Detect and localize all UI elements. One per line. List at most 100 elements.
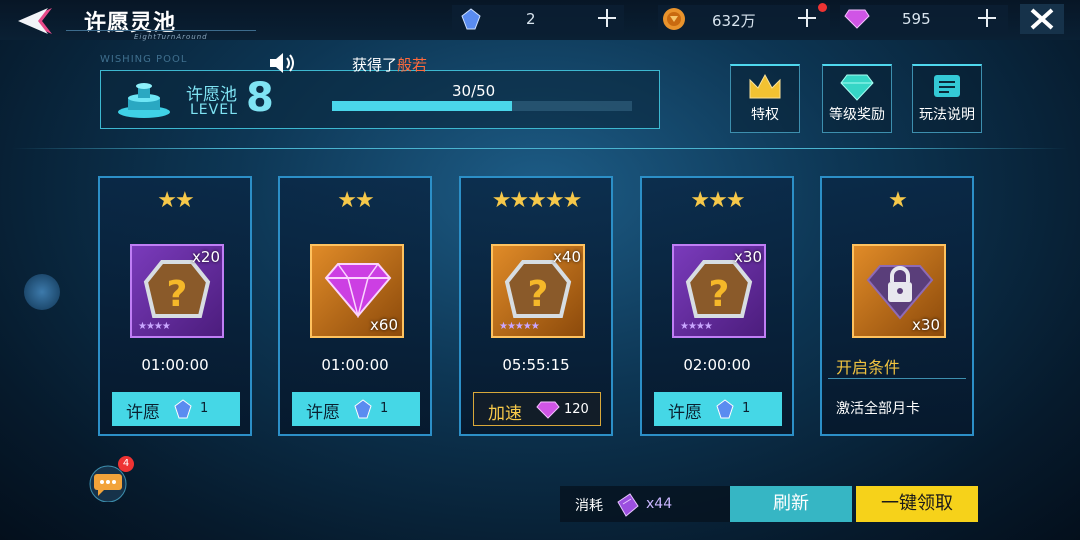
condition-divider [828,378,966,379]
back-button[interactable] [8,4,60,38]
level-rewards-label: 等级奖励 [829,107,885,123]
back-arrow-icon [18,8,52,34]
reward-notice: 获得了般若 [352,54,427,75]
diamond-count: 595 [902,10,931,28]
crystal-count: 2 [526,10,536,28]
item-quantity: x20 [192,248,220,266]
speaker-icon [270,53,294,73]
card-stars: ★★ [337,188,374,213]
card-item[interactable]: ? x20 ★★★★ [130,244,224,338]
card-item[interactable]: ? x30 ★★★★ [672,244,766,338]
item-quantity: x30 [734,248,762,266]
wish-card-2: ★★ x60 01:00:00 许愿 1 [278,176,432,436]
cost-value: x44 [646,496,673,512]
card-timer: 01:00:00 [321,356,389,374]
crown-icon [749,73,781,99]
blue-crystal-icon [716,399,734,419]
purple-diamond-icon [844,9,870,29]
resource-diamond: 595 [840,5,1008,33]
card-timer: 05:55:15 [502,356,570,374]
wish-button-label: 许愿 [126,403,160,423]
gold-coin-icon [663,8,685,30]
speed-up-button[interactable]: 加速 120 [473,392,601,426]
item-quantity: x40 [553,248,581,266]
locked-diamond-icon [866,265,934,320]
how-to-play-label: 玩法说明 [919,107,975,123]
blue-crystal-icon [174,399,192,419]
unlock-condition-text: 激活全部月卡 [836,401,920,417]
item-rarity-stars: ★★★★★ [499,321,540,332]
notice-prefix: 获得了 [352,56,398,74]
diamond-icon [840,74,874,101]
card-stars: ★★★ [690,188,745,213]
title-underline [66,30,256,31]
add-gold-button[interactable] [796,7,818,29]
svg-text:?: ? [528,274,549,315]
close-icon [1030,8,1054,30]
wish-card-5-locked: ★ x30 开启条件 激活全部月卡 [820,176,974,436]
privilege-button[interactable]: 特权 [730,64,800,133]
wish-button[interactable]: 许愿 1 [292,392,420,426]
add-diamond-button[interactable] [976,7,998,29]
blue-crystal-icon [354,399,372,419]
blue-crystal-icon [461,8,481,30]
wish-button[interactable]: 许愿 1 [112,392,240,426]
chat-notification-badge: 4 [118,456,134,472]
mystery-box-icon: ? [504,260,572,318]
wish-button[interactable]: 许愿 1 [654,392,782,426]
add-crystal-button[interactable] [596,7,618,29]
card-stars: ★ [888,188,908,213]
card-stars: ★★★★★ [491,188,583,213]
resource-gold: 632万 [658,3,830,33]
card-timer: 01:00:00 [141,356,209,374]
page-subtitle: EightTurnAround [134,33,208,41]
section-divider [12,148,1068,149]
document-icon [934,75,960,97]
speed-up-cost: 120 [564,402,589,417]
close-button[interactable] [1020,4,1064,34]
purple-diamond-icon [536,401,560,419]
pool-progress-fill [332,101,512,111]
resource-crystal: 2 [452,5,624,33]
mystery-box-icon: ? [143,260,211,318]
pool-level-label: LEVEL [190,102,238,118]
level-rewards-button[interactable]: 等级奖励 [822,64,892,133]
card-item[interactable]: x30 [852,244,946,338]
wish-card-3: ★★★★★ ? x40 ★★★★★ 05:55:15 加速 120 [459,176,613,436]
notice-highlight: 般若 [397,56,428,74]
wish-button-label: 许愿 [306,403,340,423]
speed-up-label: 加速 [488,404,522,424]
privilege-label: 特权 [751,107,779,123]
gold-count: 632万 [712,12,756,30]
item-quantity: x60 [370,316,398,334]
pool-progress-bar [332,101,632,111]
card-item[interactable]: x60 [310,244,404,338]
gold-alert-dot [818,3,827,12]
pool-fountain-icon [118,83,170,118]
ticket-icon [617,493,639,517]
purple-diamond-icon [324,263,392,318]
sound-button[interactable] [268,50,296,76]
cost-label: 消耗 [575,498,603,514]
pool-info-panel [100,70,660,129]
pool-level-value: 8 [246,75,274,121]
svg-text:?: ? [167,274,188,315]
wish-cost: 1 [200,401,209,416]
wish-card-4: ★★★ ? x30 ★★★★ 02:00:00 许愿 1 [640,176,794,436]
item-rarity-stars: ★★★★ [680,321,713,332]
claim-all-button[interactable]: 一键领取 [856,486,978,522]
wish-button-label: 许愿 [668,403,702,423]
pool-progress-text: 30/50 [452,82,496,100]
card-item[interactable]: ? x40 ★★★★★ [491,244,585,338]
how-to-play-button[interactable]: 玩法说明 [912,64,982,133]
wishing-pool-watermark: WISHING POOL [100,54,188,65]
refresh-button[interactable]: 刷新 [730,486,852,522]
wish-cost: 1 [380,401,389,416]
item-rarity-stars: ★★★★ [138,321,171,332]
wish-cost: 1 [742,401,751,416]
mystery-box-icon: ? [685,260,753,318]
svg-text:?: ? [709,274,730,315]
side-menu-button[interactable] [24,274,60,310]
wish-card-1: ★★ ? x20 ★★★★ 01:00:00 许愿 1 [98,176,252,436]
unlock-condition-title: 开启条件 [836,358,901,377]
